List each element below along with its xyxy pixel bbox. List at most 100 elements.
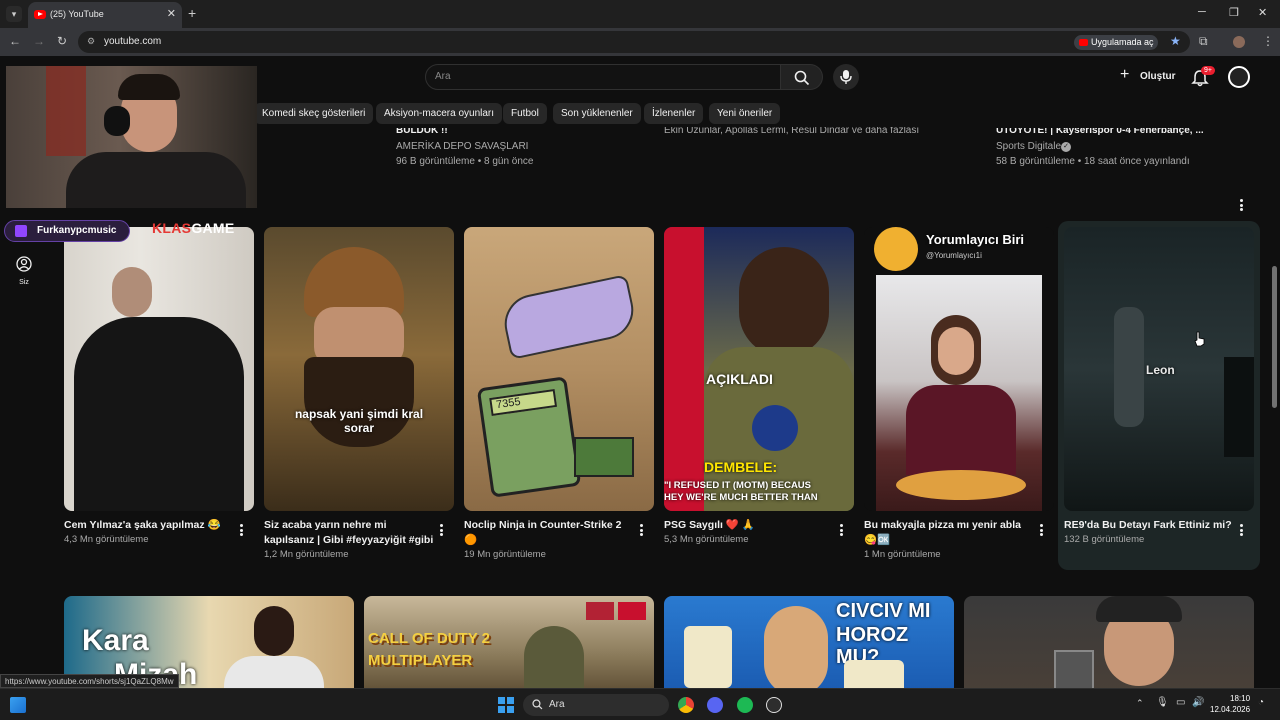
short-title[interactable]: RE9'da Bu Detayı Fark Ettiniz mi? — [1064, 518, 1232, 533]
reload-icon[interactable]: ↻ — [57, 34, 67, 48]
short-menu-icon[interactable] — [439, 523, 443, 538]
chrome-icon[interactable] — [678, 697, 694, 713]
bookmark-star-icon[interactable]: ★ — [1170, 34, 1181, 48]
profile-avatar[interactable] — [1233, 36, 1245, 48]
open-in-app-label: Uygulamada aç — [1091, 37, 1154, 47]
taskbar-search[interactable]: Ara — [523, 694, 669, 716]
microphone-tray-icon[interactable]: 🎙 — [1156, 697, 1169, 708]
minimize-icon[interactable]: ─ — [1198, 6, 1206, 18]
close-window-icon[interactable]: ✕ — [1258, 6, 1267, 19]
webcam-overlay — [6, 66, 257, 208]
twitch-icon — [15, 225, 27, 237]
page-scrollbar[interactable] — [1272, 266, 1277, 408]
forward-icon[interactable]: → — [33, 34, 45, 48]
thumbnail-caption: CALL OF DUTY 2 — [368, 630, 490, 647]
shelf-menu-icon[interactable] — [1239, 198, 1243, 213]
address-field[interactable]: ⚙ youtube.com Uygulamada aç ★ — [78, 31, 1190, 53]
short-title[interactable]: Cem Yılmaz'a şaka yapılmaz 😂 — [64, 518, 221, 533]
system-clock[interactable]: 18:10 12.04.2026 — [1210, 693, 1250, 715]
tab-search-icon[interactable]: ▾ — [6, 6, 22, 22]
chip-recently-uploaded[interactable]: Son yüklenenler — [553, 103, 641, 124]
address-bar-row: ← → ↻ ⚙ youtube.com Uygulamada aç ★ ⧉ ⋮ — [0, 28, 1280, 56]
steam-icon[interactable] — [766, 697, 782, 713]
video-thumbnail[interactable] — [964, 596, 1254, 688]
flag-uk-icon — [586, 602, 614, 620]
channel-name[interactable]: Sports Digitale — [996, 141, 1061, 152]
short-thumbnail[interactable]: 7355 — [464, 227, 654, 511]
site-info-icon[interactable]: ⚙ — [87, 36, 97, 46]
channel-name[interactable]: Ekin Uzunlar, Apollas Lermi, Resul Dinda… — [664, 127, 919, 136]
discord-icon[interactable] — [707, 697, 723, 713]
chip-football[interactable]: Futbol — [503, 103, 547, 124]
short-title-line2[interactable]: 😋🆗 — [864, 533, 890, 548]
shadow-shape — [1224, 357, 1254, 457]
create-button[interactable]: + Oluştur — [1116, 66, 1178, 88]
thumbnail-quote-2: HEY WE'RE MUCH BETTER THAN — [664, 492, 818, 503]
video-meta: 58 B görüntüleme • 18 saat önce yayınlan… — [996, 156, 1190, 167]
short-menu-icon[interactable] — [239, 523, 243, 538]
spotify-icon[interactable] — [737, 697, 753, 713]
video-frame — [876, 275, 1042, 511]
browser-menu-icon[interactable]: ⋮ — [1262, 34, 1274, 48]
chip-watched[interactable]: İzlenenler — [644, 103, 704, 124]
short-title-line2[interactable]: kapılsanız | Gibi #feyyazyiğit #gibi — [264, 533, 433, 548]
short-thumbnail[interactable]: napsak yani şimdi kral sorar — [264, 227, 454, 511]
logo-text-part1: KLAS — [152, 220, 192, 236]
short-title-line2[interactable]: 🟠 — [464, 533, 477, 548]
short-menu-icon[interactable] — [839, 523, 843, 538]
account-circle-icon — [16, 256, 32, 272]
video-title[interactable]: BULDUK !! — [396, 128, 626, 136]
short-menu-icon[interactable] — [1239, 523, 1243, 538]
verified-icon: ✓ — [1061, 142, 1071, 152]
person-body — [224, 656, 324, 688]
browser-tab-youtube[interactable]: (25) YouTube ✕ — [28, 2, 182, 28]
chip-new-to-you[interactable]: Yeni öneriler — [709, 103, 781, 124]
channel-name[interactable]: AMERİKA DEPO SAVAŞLARI — [396, 141, 528, 152]
short-menu-icon[interactable] — [639, 523, 643, 538]
video-title[interactable]: UTOYOTE! | Kayserispor 0-4 Fenerbahçe, .… — [996, 128, 1216, 136]
thumbnail-caption: AÇIKLADI — [706, 371, 773, 387]
clock-time: 18:10 — [1230, 694, 1251, 703]
streamer-name: Furkanypcmusic — [37, 225, 117, 236]
chip-comedy[interactable]: Komedi skeç gösterileri — [254, 103, 374, 124]
notification-center-icon[interactable]: ◔ — [1258, 697, 1264, 708]
search-button[interactable] — [781, 64, 823, 90]
bomb-keypad-shape: 7355 — [476, 376, 582, 498]
restore-icon[interactable]: ❐ — [1229, 6, 1239, 19]
short-thumbnail[interactable]: Leon — [1064, 227, 1254, 511]
volume-icon[interactable]: 🔊 — [1192, 697, 1204, 708]
short-title-line1[interactable]: Siz acaba yarın nehre mi — [264, 518, 387, 533]
network-icon[interactable]: ▭ — [1176, 697, 1185, 708]
account-avatar[interactable] — [1228, 66, 1250, 88]
search-input[interactable]: Ara — [425, 64, 781, 90]
sidebar-item-you[interactable]: Siz — [8, 256, 40, 286]
video-thumbnail[interactable]: CIVCIV MI HOROZ MU? — [664, 596, 954, 688]
short-title[interactable]: Noclip Ninja in Counter-Strike 2 — [464, 518, 622, 533]
short-title[interactable]: PSG Saygılı ❤️ 🙏 — [664, 518, 755, 533]
voice-search-button[interactable] — [833, 64, 859, 90]
widgets-icon[interactable] — [10, 697, 26, 713]
video-thumbnail[interactable]: CALL OF DUTY 2 MULTIPLAYER — [364, 596, 654, 688]
short-thumbnail[interactable] — [64, 227, 254, 511]
person-head — [112, 267, 152, 317]
open-in-app-button[interactable]: Uygulamada aç — [1074, 35, 1158, 50]
extensions-icon[interactable]: ⧉ — [1199, 34, 1208, 49]
close-tab-icon[interactable]: ✕ — [167, 7, 176, 20]
short-menu-icon[interactable] — [1039, 523, 1043, 538]
chip-action-adventure[interactable]: Aksiyon-macera oyunları — [376, 103, 503, 124]
new-tab-icon[interactable]: + — [188, 5, 196, 21]
youtube-favicon-icon — [34, 10, 46, 19]
back-icon[interactable]: ← — [9, 34, 21, 48]
tray-overflow-icon[interactable]: ⌃ — [1136, 698, 1144, 709]
start-icon[interactable] — [498, 697, 514, 713]
channel-overlay-name: Yorumlayıcı Biri — [926, 232, 1025, 247]
thumbnail-caption: CIVCIV MI — [836, 600, 931, 622]
short-thumbnail[interactable]: Yorumlayıcı Biri @Yorumlayıcı1i — [864, 227, 1054, 511]
short-views: 5,3 Mn görüntüleme — [664, 534, 749, 545]
short-thumbnail[interactable]: AÇIKLADI DEMBELE: "I REFUSED IT (MOTM) B… — [664, 227, 854, 511]
short-title[interactable]: Bu makyajla pizza mı yenir abla — [864, 518, 1021, 533]
product-package-shape — [684, 626, 732, 688]
create-label: Oluştur — [1140, 71, 1176, 82]
notification-count-badge: 9+ — [1201, 66, 1215, 75]
browser-tab-bar: ▾ (25) YouTube ✕ + ─ ❐ ✕ — [0, 0, 1280, 28]
